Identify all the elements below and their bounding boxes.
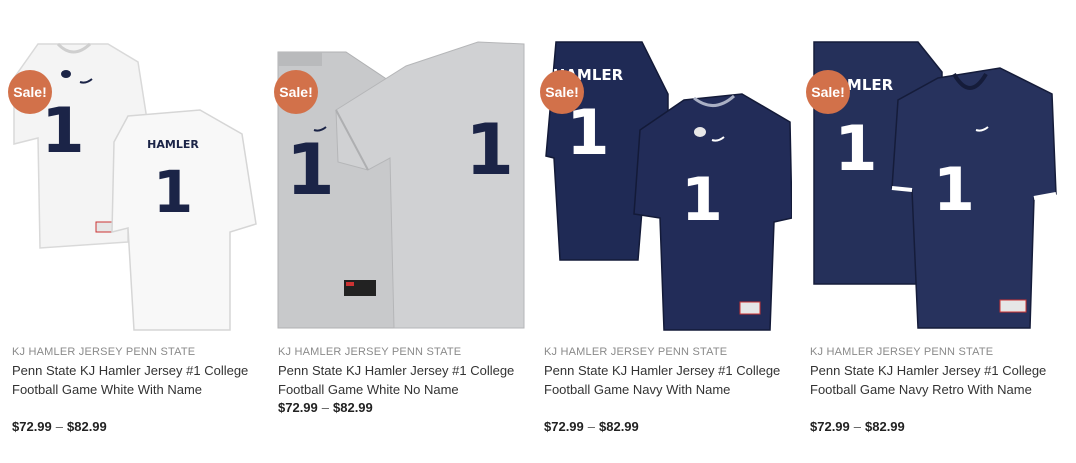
price-min: $72.99 bbox=[278, 400, 318, 415]
sale-badge[interactable]: Sale! bbox=[806, 70, 850, 114]
jersey-number: 1 bbox=[933, 155, 975, 225]
price-min: $72.99 bbox=[810, 419, 850, 434]
price-max: $82.99 bbox=[865, 419, 905, 434]
product-card[interactable]: Sale! 1 1 KJ HAMLER JERSEY PENN STATE Pe… bbox=[274, 0, 528, 463]
product-card[interactable]: Sale! HAMLER 1 1 KJ HAMLER JERSEY PENN S… bbox=[540, 0, 794, 463]
sale-badge[interactable]: Sale! bbox=[8, 70, 52, 114]
product-card[interactable]: Sale! 1 HAMLER 1 KJ HAMLER JERSEY PENN S… bbox=[8, 0, 262, 463]
price-min: $72.99 bbox=[544, 419, 584, 434]
price-range: $72.99– $82.99 bbox=[544, 419, 639, 434]
product-title-link[interactable]: Penn State KJ Hamler Jersey #1 College F… bbox=[12, 361, 260, 399]
price-range: $72.99– $82.99 bbox=[12, 419, 107, 434]
product-title-link[interactable]: Penn State KJ Hamler Jersey #1 College F… bbox=[278, 361, 526, 399]
jersey-number: 1 bbox=[465, 109, 514, 191]
price-separator: – bbox=[853, 419, 861, 434]
jersey-number: 1 bbox=[286, 129, 335, 211]
price-max: $82.99 bbox=[333, 400, 373, 415]
jersey-name: HAMLER bbox=[147, 138, 199, 151]
product-category-link[interactable]: KJ HAMLER JERSEY PENN STATE bbox=[544, 346, 727, 358]
sale-badge[interactable]: Sale! bbox=[540, 70, 584, 114]
product-category-link[interactable]: KJ HAMLER JERSEY PENN STATE bbox=[810, 346, 993, 358]
price-separator: – bbox=[321, 400, 329, 415]
price-separator: – bbox=[587, 419, 595, 434]
price-max: $82.99 bbox=[67, 419, 107, 434]
product-grid: Sale! 1 HAMLER 1 KJ HAMLER JERSEY PENN S… bbox=[0, 0, 1076, 463]
jersey-number: 1 bbox=[153, 158, 193, 226]
jersey-number: 1 bbox=[681, 165, 723, 235]
jersey-number: 1 bbox=[41, 94, 84, 167]
price-range: $72.99– $82.99 bbox=[278, 400, 373, 415]
product-category-link[interactable]: KJ HAMLER JERSEY PENN STATE bbox=[12, 346, 195, 358]
price-separator: – bbox=[55, 419, 63, 434]
product-card[interactable]: Sale! HAMLER 1 1 KJ HAMLER JERSEY PENN S… bbox=[806, 0, 1060, 463]
price-min: $72.99 bbox=[12, 419, 52, 434]
product-category-link[interactable]: KJ HAMLER JERSEY PENN STATE bbox=[278, 346, 461, 358]
product-title-link[interactable]: Penn State KJ Hamler Jersey #1 College F… bbox=[810, 361, 1058, 399]
product-title-link[interactable]: Penn State KJ Hamler Jersey #1 College F… bbox=[544, 361, 792, 399]
price-max: $82.99 bbox=[599, 419, 639, 434]
jersey-number: 1 bbox=[834, 112, 877, 185]
sale-badge[interactable]: Sale! bbox=[274, 70, 318, 114]
price-range: $72.99– $82.99 bbox=[810, 419, 905, 434]
